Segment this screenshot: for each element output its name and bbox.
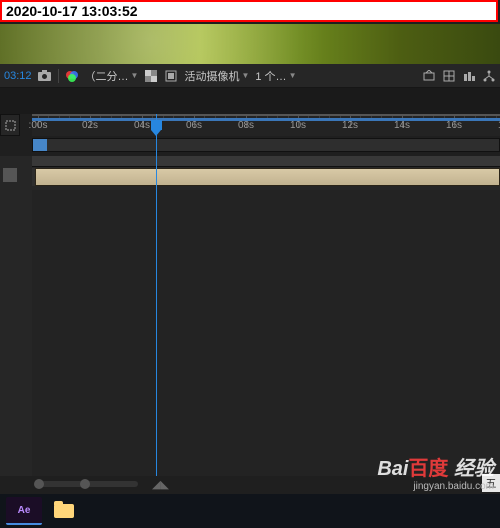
ruler-tick-label: 02s xyxy=(82,120,98,131)
watermark-url: jingyan.baidu.com xyxy=(377,481,494,492)
windows-taskbar: Ae xyxy=(0,494,500,528)
timestamp-text: 2020-10-17 13:03:52 xyxy=(6,3,138,19)
panel-gap xyxy=(0,88,500,114)
resolution-label: （二分… xyxy=(85,68,129,84)
camera-dropdown[interactable]: 活动摄像机 ▼ xyxy=(184,68,249,84)
composition-preview[interactable] xyxy=(0,24,500,64)
pixel-aspect-icon[interactable] xyxy=(442,69,456,83)
ruler-tick-label: 04s xyxy=(134,120,150,131)
chevron-down-icon: ▼ xyxy=(241,71,249,80)
zoom-knob-left[interactable] xyxy=(34,479,44,489)
taskbar-app-aftereffects[interactable]: Ae xyxy=(6,497,42,525)
camera-label: 活动摄像机 xyxy=(184,68,239,84)
watermark: Bai百度 经验 jingyan.baidu.com xyxy=(377,452,494,492)
tracks-empty-area[interactable] xyxy=(32,190,500,476)
flowchart-icon[interactable] xyxy=(482,69,496,83)
tracks-header-strip xyxy=(32,156,500,167)
toolbar-right-group xyxy=(422,69,496,83)
watermark-brand-a: Bai xyxy=(377,458,408,480)
separator xyxy=(58,69,59,83)
resolution-dropdown[interactable]: （二分… ▼ xyxy=(85,68,139,84)
views-dropdown[interactable]: 1 个… ▼ xyxy=(255,68,296,84)
channels-icon[interactable] xyxy=(65,69,79,83)
layer-clip[interactable] xyxy=(35,168,500,186)
ruler-tick-label: 12s xyxy=(342,120,358,131)
zoom-knob-right[interactable] xyxy=(80,479,90,489)
navigator-thumb[interactable] xyxy=(33,139,47,151)
folder-icon xyxy=(54,504,74,518)
region-of-interest-icon[interactable] xyxy=(0,114,20,136)
playhead-handle[interactable] xyxy=(151,120,162,130)
chevron-down-icon: ▼ xyxy=(131,71,139,80)
snapshot-icon[interactable] xyxy=(38,69,52,83)
timeline-left-column xyxy=(0,156,33,476)
transparency-grid-icon[interactable] xyxy=(144,69,158,83)
ruler-tick-label: 16s xyxy=(446,120,462,131)
ruler-tick-label: 10s xyxy=(290,120,306,131)
fast-previews-icon[interactable] xyxy=(462,69,476,83)
ae-label: Ae xyxy=(18,505,31,516)
views-label: 1 个… xyxy=(255,68,286,84)
layer-color-swatch[interactable] xyxy=(3,168,17,182)
ruler-tick-label: :00s xyxy=(29,120,48,131)
playhead[interactable] xyxy=(156,114,157,476)
watermark-brand-c: 经验 xyxy=(454,458,494,480)
preview-toolbar: 03:12 （二分… ▼ 活动摄像机 ▼ 1 个… ▼ xyxy=(0,64,500,88)
watermark-brand-b: 百度 xyxy=(408,458,448,480)
timeline-navigator[interactable] xyxy=(32,138,500,152)
share-view-icon[interactable] xyxy=(422,69,436,83)
timeline-tracks[interactable] xyxy=(32,156,500,476)
zoom-slider[interactable] xyxy=(38,481,138,487)
taskbar-app-explorer[interactable] xyxy=(46,498,82,524)
timestamp-overlay: 2020-10-17 13:03:52 xyxy=(0,0,498,22)
mask-icon[interactable] xyxy=(164,69,178,83)
zoom-mountain-icon[interactable]: ◢◣ xyxy=(152,478,169,491)
ruler-tick-label: 14s xyxy=(394,120,410,131)
ruler-tick-label: 08s xyxy=(238,120,254,131)
chevron-down-icon: ▼ xyxy=(289,71,297,80)
ruler-tick-label: 06s xyxy=(186,120,202,131)
preview-timecode[interactable]: 03:12 xyxy=(4,70,32,82)
work-area-bar[interactable] xyxy=(32,118,500,121)
